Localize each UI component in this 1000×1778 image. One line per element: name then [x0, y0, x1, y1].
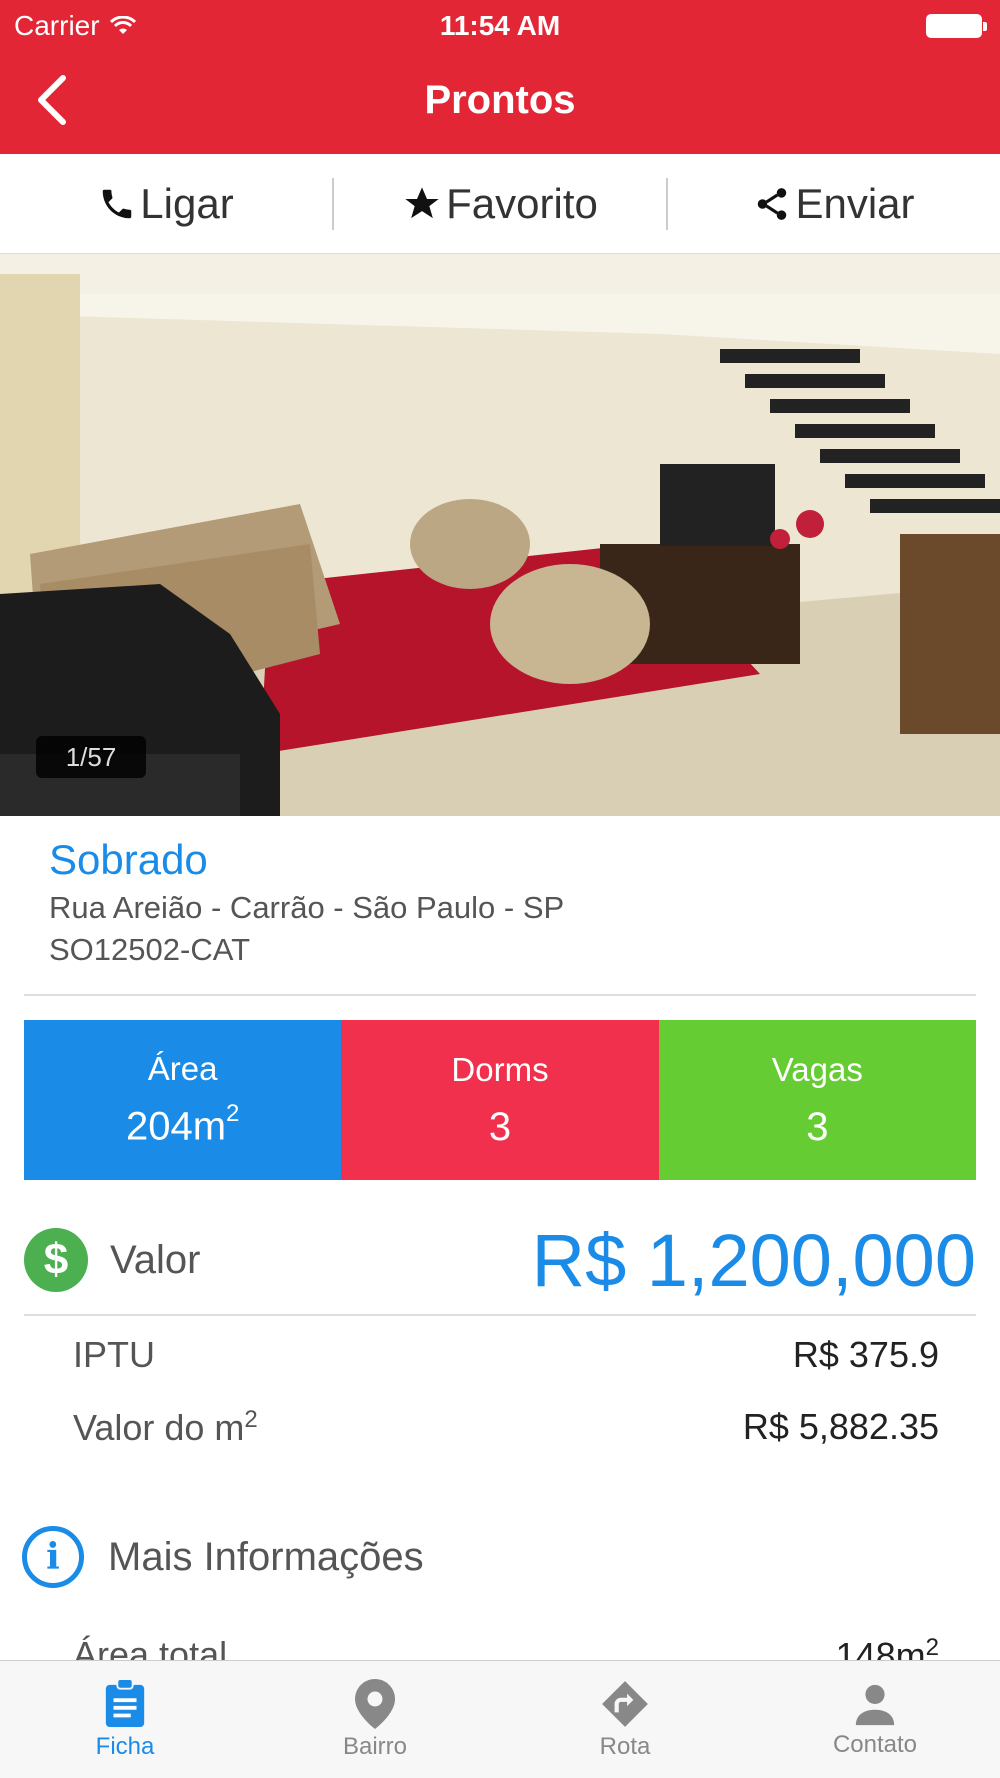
share-label: Enviar — [795, 179, 915, 227]
property-stats: Área 204m2 Dorms 3 Vagas 3 — [24, 1020, 976, 1180]
more-info-header[interactable]: i Mais Informações — [22, 1526, 922, 1588]
stat-parking-value: 3 — [806, 1104, 829, 1149]
detail-row-iptu: IPTU R$ 375.9 — [73, 1334, 939, 1376]
favorite-label: Favorito — [446, 179, 598, 227]
stat-area-value: 204m2 — [125, 1100, 240, 1149]
tab-ficha[interactable]: Ficha — [0, 1661, 250, 1778]
property-info: Sobrado Rua Areião - Carrão - São Paulo … — [49, 836, 949, 968]
tab-label: Ficha — [95, 1732, 155, 1760]
stat-bedrooms-label: Dorms — [451, 1050, 549, 1088]
stat-parking: Vagas 3 — [658, 1020, 976, 1180]
separator — [24, 1314, 976, 1316]
detail-value: R$ 375.9 — [792, 1334, 939, 1375]
status-bar: Carrier 11:54 AM — [0, 8, 1000, 44]
tab-rota[interactable]: Rota — [500, 1661, 750, 1778]
living-room-image — [0, 254, 1000, 816]
detail-key: Valor do m2 — [73, 1406, 258, 1448]
price-label: Valor — [110, 1237, 201, 1282]
info-icon: i — [22, 1526, 84, 1588]
call-button[interactable]: Ligar — [0, 162, 332, 246]
status-time: 11:54 AM — [439, 10, 561, 41]
stat-parking-label: Vagas — [771, 1050, 863, 1088]
property-address: Rua Areião - Carrão - São Paulo - SP — [49, 890, 565, 925]
tab-label: Rota — [599, 1732, 651, 1760]
tab-bairro[interactable]: Bairro — [250, 1661, 500, 1778]
favorite-button[interactable]: Favorito — [334, 162, 666, 246]
stat-bedrooms-value: 3 — [488, 1104, 512, 1149]
tab-bar: Ficha Bairro Rota Contato — [0, 1660, 1000, 1778]
page-title: Prontos — [424, 78, 576, 122]
detail-key: IPTU — [73, 1334, 156, 1375]
share-button[interactable]: Enviar — [668, 162, 1000, 246]
action-bar: Ligar Favorito Enviar — [0, 154, 1000, 254]
detail-row-price-per-m2: Valor do m2 R$ 5,882.35 — [73, 1406, 939, 1449]
more-info-label: Mais Informações — [108, 1534, 424, 1579]
property-code: SO12502-CAT — [49, 932, 251, 967]
clipboard-icon — [105, 1678, 145, 1727]
stat-area: Área 204m2 — [24, 1020, 342, 1180]
map-pin-icon — [355, 1678, 395, 1729]
stat-area-label: Área — [147, 1050, 218, 1088]
phone-icon — [103, 189, 132, 218]
price-row: $ Valor R$ 1,200,000 — [24, 1218, 976, 1302]
tab-contato[interactable]: Contato — [750, 1661, 1000, 1778]
navigation-bar: Prontos — [0, 60, 1000, 148]
share-icon — [758, 187, 787, 220]
header: Carrier 11:54 AM Prontos — [0, 0, 1000, 154]
separator — [24, 994, 976, 996]
stat-bedrooms: Dorms 3 — [341, 1020, 659, 1180]
person-icon — [855, 1684, 895, 1725]
detail-value: R$ 5,882.35 — [742, 1406, 939, 1447]
tab-label: Contato — [832, 1730, 918, 1758]
price-amount: R$ 1,200,000 — [531, 1218, 976, 1302]
star-icon — [405, 186, 439, 218]
property-type: Sobrado — [49, 836, 208, 883]
battery-icon — [926, 14, 987, 38]
dollar-icon: $ — [24, 1228, 88, 1292]
directions-icon — [602, 1680, 648, 1727]
photo-counter: 1/57 — [36, 736, 146, 778]
call-label: Ligar — [140, 179, 234, 227]
property-photo[interactable]: 1/57 — [0, 254, 1000, 816]
tab-label: Bairro — [342, 1732, 408, 1760]
